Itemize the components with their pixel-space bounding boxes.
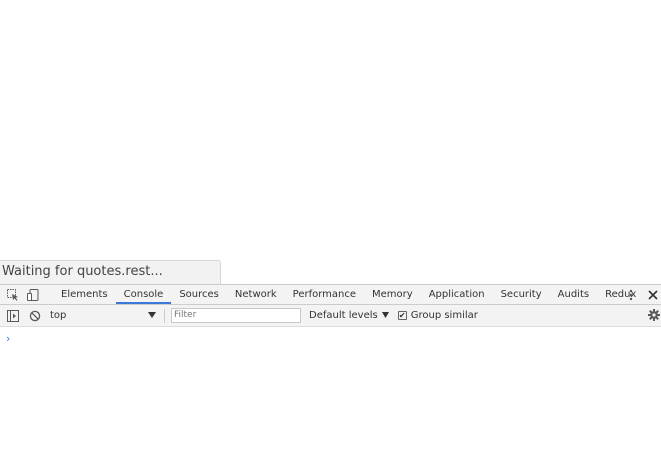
tab-performance[interactable]: Performance [285, 285, 364, 304]
tabbar-actions [624, 285, 661, 305]
close-icon[interactable] [646, 288, 660, 302]
tab-memory[interactable]: Memory [364, 285, 421, 304]
sidebar-toggle-icon[interactable] [6, 309, 20, 323]
tab-elements[interactable]: Elements [53, 285, 116, 304]
inspect-element-icon[interactable] [6, 288, 20, 302]
tab-security[interactable]: Security [493, 285, 550, 304]
status-bubble: Waiting for quotes.rest... [0, 260, 221, 284]
more-options-icon[interactable] [624, 288, 638, 302]
tab-sources[interactable]: Sources [171, 285, 227, 304]
dropdown-arrow-icon [148, 310, 156, 321]
tab-network[interactable]: Network [227, 285, 285, 304]
toolbar-divider [164, 308, 165, 323]
status-text: Waiting for quotes.rest... [2, 264, 163, 279]
context-value: top [50, 310, 67, 321]
filter-input[interactable]: Filter [171, 308, 301, 323]
group-similar-label: Group similar [410, 310, 478, 321]
tab-application[interactable]: Application [421, 285, 493, 304]
log-levels-dropdown[interactable]: Default levels [309, 310, 389, 321]
filter-placeholder: Filter [174, 310, 197, 320]
devtools-panel: Elements Console Sources Network Perform… [0, 284, 661, 470]
device-toolbar-icon[interactable] [26, 288, 40, 302]
gear-icon[interactable] [648, 309, 660, 324]
devtools-tabbar: Elements Console Sources Network Perform… [0, 285, 661, 305]
devtools-tabs: Elements Console Sources Network Perform… [53, 285, 644, 304]
console-toolbar: top Filter Default levels ✔ Group simila… [0, 305, 661, 327]
console-output[interactable]: › [0, 327, 661, 467]
group-similar-checkbox[interactable]: ✔ [397, 311, 407, 320]
levels-arrow-icon [381, 310, 389, 321]
tab-console[interactable]: Console [115, 285, 172, 304]
levels-label: Default levels [309, 310, 378, 321]
tab-audits[interactable]: Audits [550, 285, 597, 304]
context-selector[interactable]: top [50, 310, 158, 321]
clear-console-icon[interactable] [28, 309, 42, 323]
page-viewport [0, 0, 661, 284]
console-prompt[interactable]: › [6, 333, 10, 345]
